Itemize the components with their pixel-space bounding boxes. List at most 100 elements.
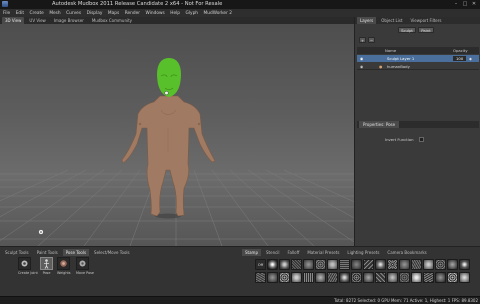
stamp-thumbnail[interactable] xyxy=(411,259,422,270)
weights-icon xyxy=(57,257,70,270)
stamp-thumbnail[interactable] xyxy=(303,259,314,270)
tab-viewport-filters[interactable]: Viewport Filters xyxy=(408,17,445,24)
stamp-thumbnail[interactable] xyxy=(399,272,410,283)
stamp-thumbnail[interactable] xyxy=(375,272,386,283)
stamp-thumbnail[interactable] xyxy=(291,272,302,283)
tab-stencil[interactable]: Stencil xyxy=(263,249,283,256)
status-text: Total: 8272 Selected: 0 GPU Mem: 71 Acti… xyxy=(334,298,478,303)
paint-layers-button[interactable]: Paint xyxy=(418,27,434,33)
delete-layer-icon[interactable]: − xyxy=(368,37,375,43)
tab-pose-tools[interactable]: Pose Tools xyxy=(62,249,90,256)
stamp-thumbnail[interactable] xyxy=(315,272,326,283)
create-joint-tool[interactable]: Create Joint xyxy=(18,257,38,275)
layer-name: humanBody xyxy=(387,64,410,69)
title-bar: Autodesk Mudbox 2011 Release Candidate 2… xyxy=(0,0,480,9)
minimize-button[interactable]: – xyxy=(452,1,460,7)
invert-function-checkbox[interactable] xyxy=(419,137,424,142)
tab-mudbox-community[interactable]: Mudbox Community xyxy=(89,17,135,24)
window-title: Autodesk Mudbox 2011 Release Candidate 2… xyxy=(52,1,223,7)
menu-render[interactable]: Render xyxy=(125,11,140,16)
tab-sculpt-tools[interactable]: Sculpt Tools xyxy=(2,249,32,256)
stamp-thumbnail[interactable] xyxy=(279,272,290,283)
stamp-thumbnail[interactable] xyxy=(411,272,422,283)
sculpt-layers-button[interactable]: Sculpt xyxy=(398,27,416,33)
tab-falloff[interactable]: Falloff xyxy=(285,249,303,256)
layer-row-sculpt-layer-1[interactable]: ◉ Sculpt Layer 1 100 ◆ xyxy=(357,55,479,62)
menu-windows[interactable]: Windows xyxy=(146,11,165,16)
visibility-eye-icon[interactable]: ◉ xyxy=(360,64,363,69)
tab-object-list[interactable]: Object List xyxy=(378,17,405,24)
menu-glyph[interactable]: Glyph xyxy=(186,11,199,16)
menu-mesh[interactable]: Mesh xyxy=(49,11,60,16)
stamp-thumbnail[interactable] xyxy=(399,259,410,270)
tab-lighting-presets[interactable]: Lighting Presets xyxy=(344,249,382,256)
stamp-thumbnail[interactable] xyxy=(327,272,338,283)
tab-stamp[interactable]: Stamp xyxy=(242,249,261,256)
stamp-thumbnail[interactable] xyxy=(267,272,278,283)
menu-mudworker[interactable]: MudWorker 2 xyxy=(204,11,232,16)
stamp-thumbnail[interactable] xyxy=(339,259,350,270)
tab-image-browser[interactable]: Image Browser xyxy=(51,17,87,24)
new-layer-icon[interactable]: + xyxy=(359,37,366,43)
menu-file[interactable]: File xyxy=(3,11,10,16)
menu-curves[interactable]: Curves xyxy=(66,11,81,16)
menu-create[interactable]: Create xyxy=(30,11,44,16)
menu-maps[interactable]: Maps xyxy=(108,11,119,16)
stamp-thumbnail[interactable] xyxy=(363,259,374,270)
joint-icon xyxy=(18,257,31,270)
stamp-thumbnail[interactable] xyxy=(447,259,458,270)
3d-viewport[interactable] xyxy=(0,24,354,246)
stamp-tabs: Stamp Stencil Falloff Material Presets L… xyxy=(242,249,480,256)
tab-material-presets[interactable]: Material Presets xyxy=(304,249,342,256)
move-pose-icon xyxy=(76,257,89,270)
stamp-thumbnail[interactable] xyxy=(279,259,290,270)
tool-label: Pose xyxy=(42,271,51,275)
stamp-thumbnail[interactable] xyxy=(363,272,374,283)
menu-edit[interactable]: Edit xyxy=(16,11,24,16)
tab-properties-pose[interactable]: Properties: Pose xyxy=(359,121,400,128)
move-pose-tool[interactable]: Move Pose xyxy=(76,257,94,275)
tab-paint-tools[interactable]: Paint Tools xyxy=(34,249,61,256)
menu-bar: File Edit Create Mesh Curves Display Map… xyxy=(0,9,480,17)
stamp-thumbnail[interactable] xyxy=(387,272,398,283)
mouse-cursor-icon xyxy=(38,229,44,235)
stamp-thumbnail[interactable] xyxy=(435,259,446,270)
tab-select-move-tools[interactable]: Select/Move Tools xyxy=(91,249,133,256)
weights-tool[interactable]: Weights xyxy=(57,257,71,275)
visibility-eye-icon[interactable]: ◉ xyxy=(360,56,363,61)
tool-tabs: Sculpt Tools Paint Tools Pose Tools Sele… xyxy=(0,249,240,256)
stamp-thumbnail[interactable] xyxy=(327,259,338,270)
layer-opacity-value[interactable]: 100 xyxy=(453,56,467,61)
tab-3d-view[interactable]: 3D View xyxy=(2,17,25,24)
stamp-thumbnail[interactable] xyxy=(255,272,266,283)
stamp-thumbnail[interactable] xyxy=(447,272,458,283)
menu-display[interactable]: Display xyxy=(87,11,103,16)
stamp-thumbnail[interactable] xyxy=(387,259,398,270)
tool-tray: Sculpt Tools Paint Tools Pose Tools Sele… xyxy=(0,246,480,296)
close-button[interactable]: ✕ xyxy=(470,1,478,7)
tab-camera-bookmarks[interactable]: Camera Bookmarks xyxy=(384,249,429,256)
tab-uv-view[interactable]: UV View xyxy=(26,17,48,24)
stamp-thumbnail[interactable] xyxy=(459,272,470,283)
stamp-thumbnail[interactable] xyxy=(459,259,470,270)
stamp-thumbnail[interactable] xyxy=(339,272,350,283)
stamp-thumbnail[interactable] xyxy=(351,259,362,270)
stamp-thumbnail[interactable] xyxy=(315,259,326,270)
tab-layers[interactable]: Layers xyxy=(357,17,377,24)
stamp-thumbnail[interactable] xyxy=(423,272,434,283)
stamp-thumbnail[interactable] xyxy=(435,272,446,283)
stamp-thumbnail[interactable] xyxy=(291,259,302,270)
layer-row-human-body[interactable]: ◉ ● humanBody xyxy=(357,63,479,70)
stamp-thumbnail[interactable] xyxy=(375,259,386,270)
menu-help[interactable]: Help xyxy=(170,11,180,16)
view-tabs: 3D View UV View Image Browser Mudbox Com… xyxy=(0,17,354,24)
stamp-thumbnail[interactable] xyxy=(303,272,314,283)
opacity-slider-icon[interactable]: ◆ xyxy=(469,56,472,61)
maximize-button[interactable]: □ xyxy=(461,1,469,7)
layers-panel: Layers Object List Viewport Filters Scul… xyxy=(354,17,480,246)
stamp-thumbnail[interactable] xyxy=(351,272,362,283)
stamp-off-button[interactable]: Off xyxy=(255,259,266,270)
stamp-thumbnail[interactable] xyxy=(423,259,434,270)
pose-tool[interactable]: Pose xyxy=(40,257,53,275)
stamp-thumbnail[interactable] xyxy=(267,259,278,270)
